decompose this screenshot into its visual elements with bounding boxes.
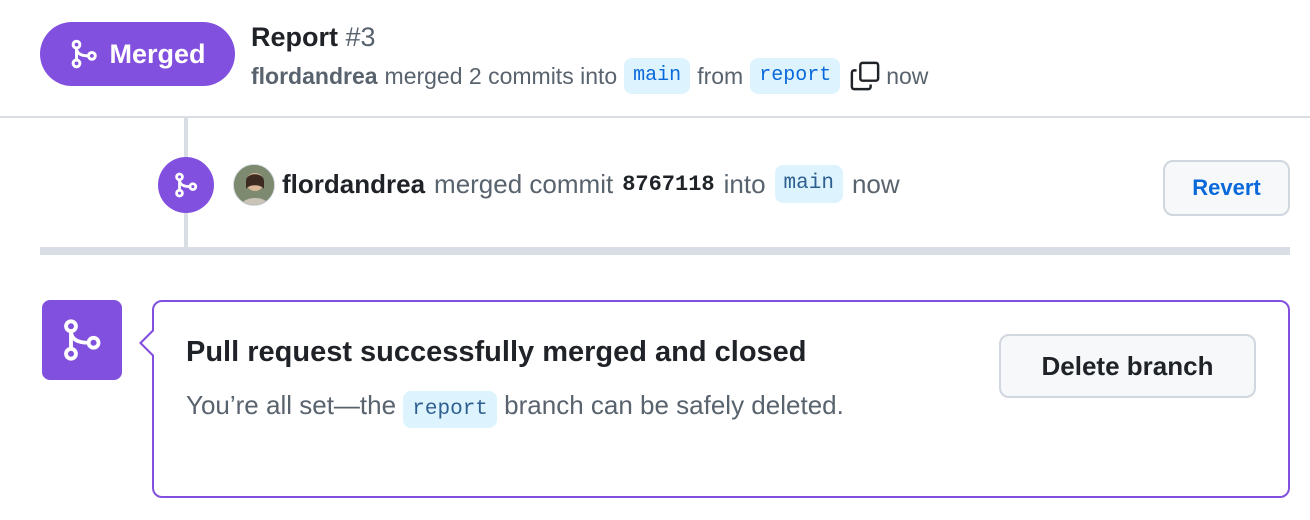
event-into-text: into: [723, 168, 766, 199]
author-link[interactable]: flordandrea: [251, 63, 378, 90]
event-author-link[interactable]: flordandrea: [282, 169, 425, 200]
time-text: now: [886, 62, 929, 89]
avatar[interactable]: [233, 164, 275, 206]
merge-desc-branch: report: [403, 391, 497, 428]
merge-desc-before: You’re all set—the: [186, 390, 397, 420]
merge-description: You’re all set—the report branch can be …: [186, 382, 886, 429]
pr-title-text: Report: [251, 22, 338, 52]
git-merge-icon: [42, 300, 122, 380]
event-merged-text: merged commit: [434, 168, 614, 199]
merge-event-text: flordandrea merged commit 8767118 into m…: [282, 162, 900, 206]
from-text: from: [697, 62, 744, 89]
merge-heading: Pull request successfully merged and clo…: [186, 336, 807, 368]
pr-number: #3: [345, 22, 376, 52]
pr-meta: flordandrea merged 2 commits into main f…: [251, 56, 928, 96]
state-label: Merged: [109, 38, 206, 69]
pr-page: Merged Report #3 flordandrea merged 2 co…: [0, 0, 1310, 520]
git-merge-icon: [158, 157, 214, 213]
merged-state-pill: Merged: [40, 22, 235, 86]
timeline-divider: [40, 247, 1290, 255]
pr-title: Report #3: [251, 20, 376, 54]
merge-box-caret-fill: [142, 330, 155, 356]
merged-text: merged 2 commits into: [384, 62, 618, 89]
git-merge-icon: [69, 38, 99, 70]
base-branch[interactable]: main: [624, 58, 691, 94]
event-branch[interactable]: main: [774, 165, 843, 203]
merge-desc-after: branch can be safely deleted.: [504, 390, 844, 420]
head-branch[interactable]: report: [750, 58, 841, 94]
commit-sha-link[interactable]: 8767118: [622, 172, 714, 197]
copy-icon[interactable]: [850, 61, 880, 91]
delete-branch-button[interactable]: Delete branch: [999, 334, 1256, 398]
revert-button[interactable]: Revert: [1163, 160, 1290, 216]
event-time: now: [851, 168, 900, 199]
pr-header: Merged Report #3 flordandrea merged 2 co…: [0, 0, 1310, 118]
